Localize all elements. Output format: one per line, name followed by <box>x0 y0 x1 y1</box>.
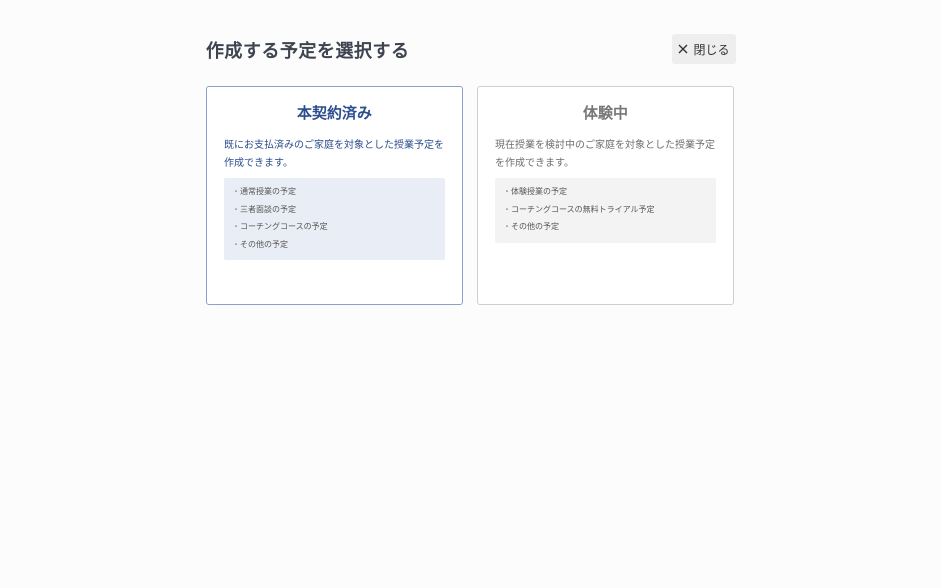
page-title: 作成する予定を選択する <box>206 41 410 62</box>
list-item: コーチングコースの無料トライアル予定 <box>503 201 708 219</box>
schedule-type-options: 本契約済み 既にお支払済みのご家庭を対象とした授業予定を作成できます。 通常授業… <box>206 86 736 307</box>
card-description: 現在授業を検討中のご家庭を対象とした授業予定を作成できます。 <box>495 140 715 169</box>
schedule-types-list: 通常授業の予定 三者面談の予定 コーチングコースの予定 その他の予定 <box>224 178 445 260</box>
trial-option-card[interactable]: 体験中 現在授業を検討中のご家庭を対象とした授業予定を作成できます。 体験授業の… <box>477 86 734 305</box>
list-item: その他の予定 <box>503 218 708 236</box>
contracted-option-card[interactable]: 本契約済み 既にお支払済みのご家庭を対象とした授業予定を作成できます。 通常授業… <box>206 86 463 305</box>
list-item: コーチングコースの予定 <box>232 218 437 236</box>
schedule-types-list: 体験授業の予定 コーチングコースの無料トライアル予定 その他の予定 <box>495 178 716 243</box>
modal-header: 作成する予定を選択する 閉じる <box>206 34 736 64</box>
card-description: 既にお支払済みのご家庭を対象とした授業予定を作成できます。 <box>224 140 444 169</box>
list-item: 三者面談の予定 <box>232 201 437 219</box>
schedule-type-selection-page: 作成する予定を選択する 閉じる 本契約済み 既にお支払済みのご家庭を対象とした授… <box>0 0 941 588</box>
close-icon <box>678 44 688 54</box>
card-title: 本契約済み <box>296 104 372 122</box>
close-button[interactable]: 閉じる <box>672 34 736 64</box>
close-button-label: 閉じる <box>693 42 730 57</box>
list-item: その他の予定 <box>232 236 437 254</box>
list-item: 通常授業の予定 <box>232 183 437 201</box>
card-title: 体験中 <box>582 104 628 122</box>
list-item: 体験授業の予定 <box>503 183 708 201</box>
